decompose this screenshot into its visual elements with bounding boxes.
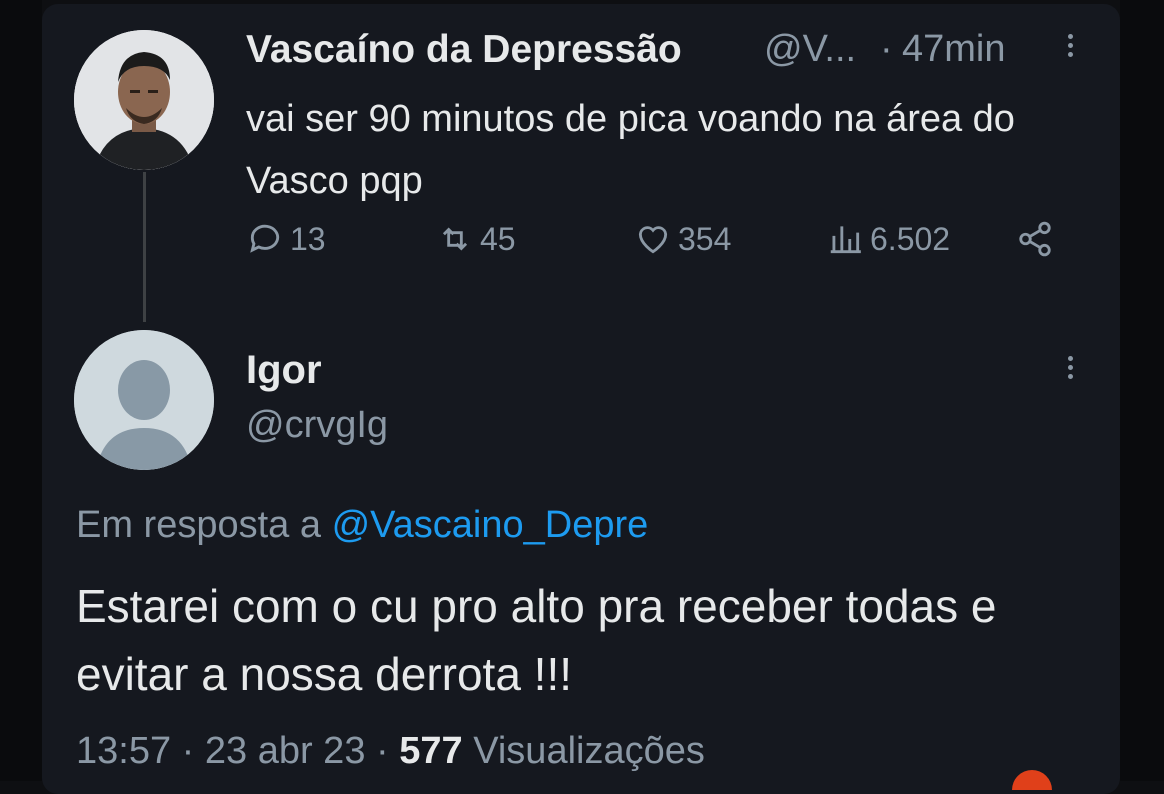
tweet-meta: 13:57 · 23 abr 23 · 577 Visualizações [76,730,705,773]
views-count: 6.502 [870,220,951,257]
avatar-original-author[interactable] [74,30,214,170]
comment-icon [250,224,280,253]
separator-dot: · [376,730,389,772]
tweet-date[interactable]: 23 abr 23 [205,730,366,772]
separator-dot: · [880,28,893,70]
views-button[interactable]: 6.502 [826,220,950,258]
reply-author-handle[interactable]: @crvgIg [246,404,388,447]
views-total: 577 [399,730,463,772]
like-button[interactable]: 354 [634,220,731,258]
more-options-icon[interactable] [1060,352,1080,392]
retweet-button[interactable]: 45 [436,220,516,258]
bar-chart-icon [830,226,861,254]
reply-mention-link[interactable]: @Vascaino_Depre [332,504,649,546]
reply-tweet-text: Estarei com o cu pro alto pra receber to… [76,580,997,700]
original-author-name[interactable]: Vascaíno da Depressão [246,28,682,72]
heart-icon [638,226,668,254]
separator-dot: · [181,730,195,772]
retweet-count: 45 [480,220,516,257]
reply-context: Em resposta a @Vascaino_Depre [76,504,648,547]
views-label: Visualizações [473,730,705,772]
retweet-icon [442,227,468,251]
thread-connector [143,172,146,322]
reply-button[interactable]: 13 [246,220,326,258]
share-icon [1019,221,1051,257]
reply-count: 13 [290,220,326,257]
more-options-icon[interactable] [1060,30,1080,70]
like-count: 354 [678,220,732,257]
original-timestamp[interactable]: 47min [902,28,1006,71]
reply-author-name[interactable]: Igor [246,348,322,393]
reply-prefix: Em resposta a [76,504,321,546]
left-border [0,0,42,781]
right-border [1120,0,1164,781]
share-button[interactable] [1016,220,1054,258]
action-bar: 13 45 354 6.502 [246,220,1066,270]
avatar-default[interactable] [74,330,214,470]
tweet-time[interactable]: 13:57 [76,730,171,772]
original-tweet-text: vai ser 90 minutos de pica voando na áre… [246,98,1015,202]
original-author-handle[interactable]: @V... [764,28,856,71]
